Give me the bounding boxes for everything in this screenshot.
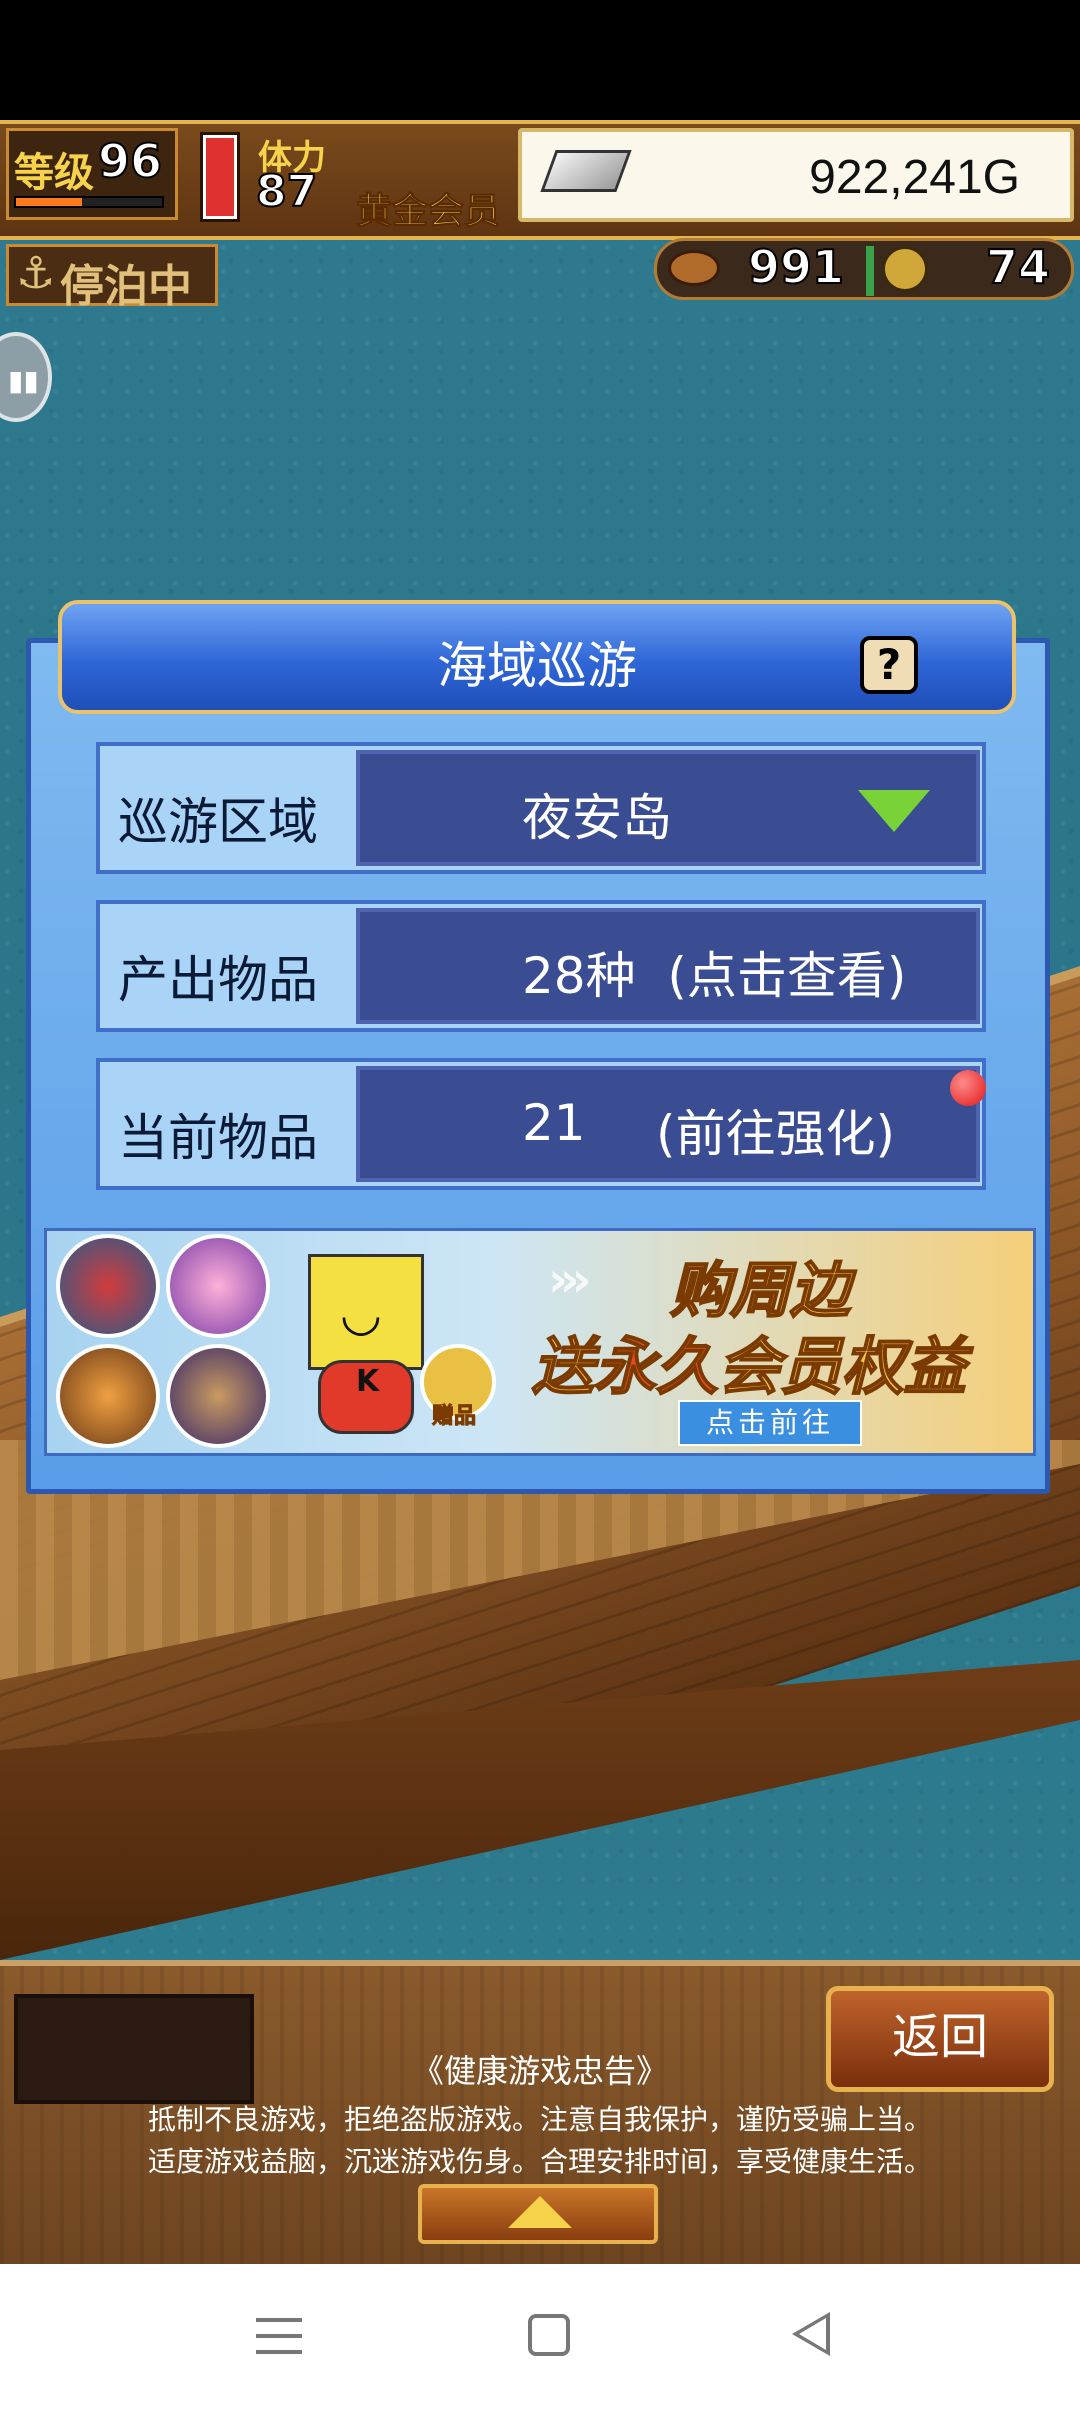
home-button[interactable]	[528, 2314, 570, 2356]
health-notice-title: 《健康游戏忠告》	[411, 2052, 668, 2090]
membership-label: 黄金会员	[355, 191, 501, 233]
recent-apps-button[interactable]	[256, 2314, 302, 2358]
chevron-down-icon[interactable]	[858, 790, 930, 832]
coin-icon	[882, 246, 928, 292]
output-items-value: 28种 (点击查看)	[522, 947, 907, 1005]
cruise-area-label: 巡游区域	[118, 793, 318, 851]
cruise-area-value: 夜安岛	[522, 789, 672, 847]
rabbit-avatar	[166, 1234, 270, 1338]
coin-count: 74	[985, 239, 1051, 295]
gold-amount: 922,241G	[809, 151, 1020, 204]
food-count: 991	[747, 239, 845, 295]
chevron-up-icon	[508, 2196, 572, 2228]
health-notice-line: 抵制不良游戏，拒绝盗版游戏。注意自我保护，谨防受骗上当。	[147, 2103, 932, 2136]
banner-subheadline: 送永久会员权益	[531, 1316, 1032, 1406]
current-items-count: 21	[522, 1094, 586, 1152]
output-items-label: 产出物品	[118, 951, 318, 1009]
boxhead-avatar	[166, 1344, 270, 1448]
anchor-icon: ⚓	[16, 248, 56, 299]
help-button[interactable]: ?	[860, 636, 918, 694]
stamina-gauge-fill	[206, 138, 234, 216]
level-value: 96	[97, 133, 163, 189]
banner-sub-post: 会员权益	[717, 1329, 967, 1404]
dragon-avatar	[56, 1344, 160, 1448]
stamina-value: 87	[255, 165, 318, 218]
status-bar	[0, 0, 1080, 120]
menu-icon-line	[256, 2318, 302, 2322]
chevrons-icon: ›››	[548, 1252, 591, 1308]
back-triangle-icon	[799, 2318, 826, 2350]
status-badge-label: 停泊中	[60, 261, 192, 312]
resource-divider	[866, 246, 874, 296]
level-label: 等级	[14, 150, 94, 196]
menu-icon-line	[256, 2350, 302, 2354]
pause-icon: ▮▮	[8, 364, 39, 397]
current-items-label: 当前物品	[118, 1109, 318, 1167]
level-exp-bar-fill	[16, 198, 82, 206]
enhance-link[interactable]: (前往强化)	[656, 1094, 895, 1166]
notification-dot	[950, 1070, 986, 1106]
meat-icon	[668, 250, 720, 286]
pirate-avatar	[56, 1234, 160, 1338]
silver-bar-icon	[540, 150, 632, 192]
banner-sub-highlight: 永久	[593, 1329, 719, 1404]
mascot-face-icon: ◡	[340, 1286, 382, 1342]
menu-icon-line	[256, 2334, 302, 2338]
health-notice-line: 适度游戏益脑，沉迷游戏伤身。合理安排时间，享受健康生活。	[147, 2145, 932, 2178]
banner-cta-button[interactable]: 点击前往	[678, 1400, 862, 1446]
banner-sub-pre: 送	[531, 1329, 595, 1404]
gift-label: 赠品	[431, 1404, 477, 1430]
mascot-letter: K	[356, 1364, 380, 1399]
